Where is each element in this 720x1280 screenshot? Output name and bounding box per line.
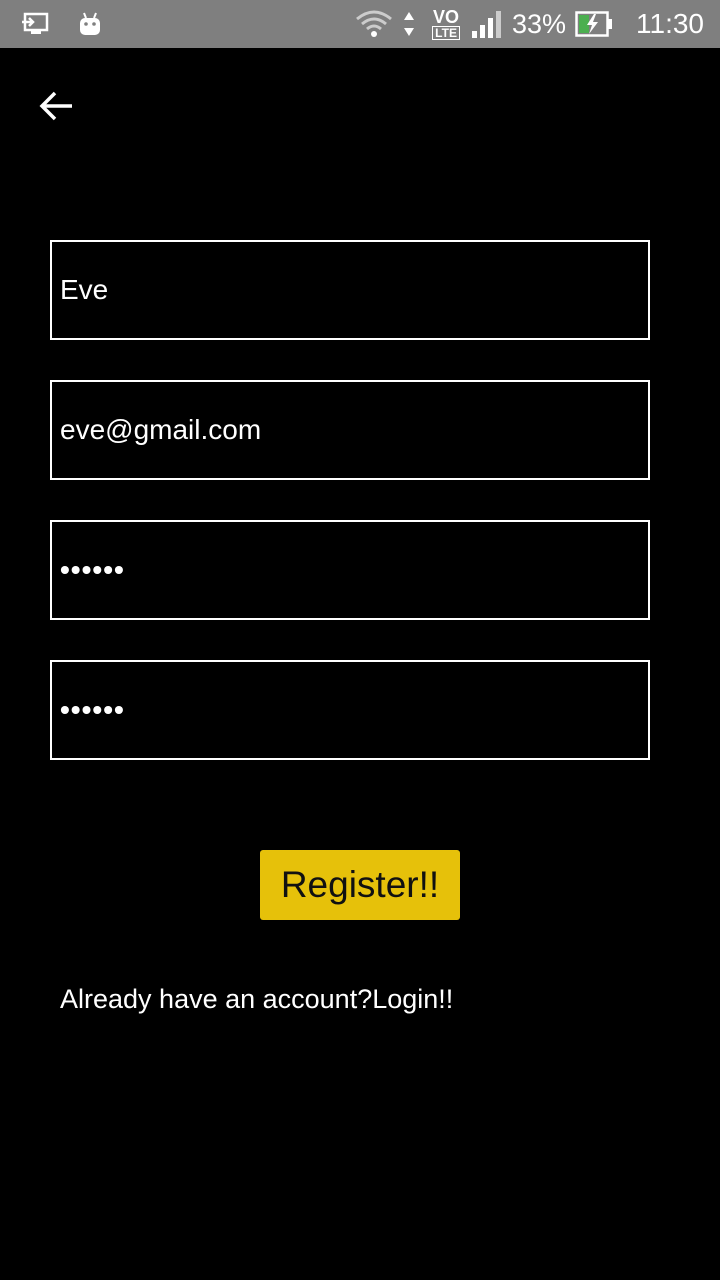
volte-icon: VO LTE — [432, 8, 460, 40]
volte-label: VO — [433, 7, 460, 27]
arrow-left-icon — [39, 91, 72, 121]
lte-label: LTE — [432, 26, 460, 40]
signal-strength-icon — [468, 8, 504, 40]
password-field-value: •••••• — [60, 554, 125, 585]
status-bar: VO LTE 33% 11:30 — [0, 0, 720, 48]
data-arrows-icon — [402, 8, 416, 40]
battery-percent: 33% — [511, 8, 566, 39]
android-icon — [74, 8, 106, 40]
back-button[interactable] — [30, 80, 82, 132]
password-field[interactable]: •••••• — [50, 520, 650, 620]
email-field[interactable]: eve@gmail.com — [50, 380, 650, 480]
register-button-label: Register!! — [280, 864, 440, 905]
login-link[interactable]: Already have an account?Login!! — [60, 984, 453, 1015]
wifi-icon — [354, 8, 394, 40]
name-field[interactable]: Eve — [50, 240, 650, 340]
battery-charging-icon — [574, 8, 614, 40]
register-button[interactable]: Register!! — [260, 850, 460, 920]
confirm-password-field[interactable]: •••••• — [50, 660, 650, 760]
name-field-value: Eve — [60, 274, 109, 305]
email-field-value: eve@gmail.com — [60, 414, 262, 445]
screen-cast-icon — [20, 8, 52, 40]
confirm-password-field-value: •••••• — [60, 694, 125, 725]
status-bar-time: 11:30 — [636, 8, 704, 39]
